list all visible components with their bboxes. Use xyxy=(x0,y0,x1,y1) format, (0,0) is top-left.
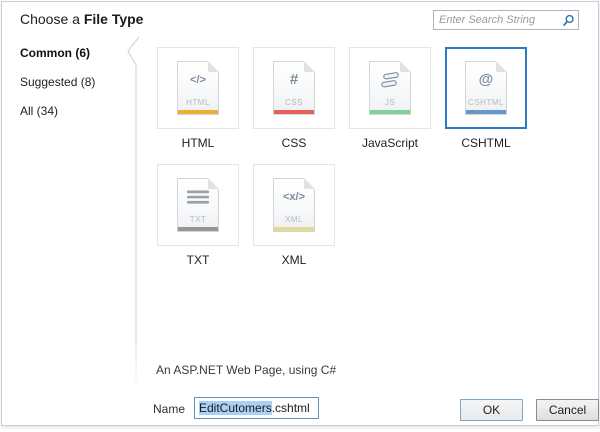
sidebar-item-suggested[interactable]: Suggested (8) xyxy=(20,75,95,89)
text-lines-icon: TXT xyxy=(177,178,219,232)
dialog-title-prefix: Choose a xyxy=(20,11,84,27)
file-type-tile-box: <x/>XML xyxy=(253,164,335,246)
file-type-tile-html[interactable]: </>HTMLHTML xyxy=(157,47,239,151)
file-type-label: XML xyxy=(253,253,335,268)
file-name-input[interactable]: EditCutomers.cshtml xyxy=(194,397,319,419)
file-type-badge: JS xyxy=(370,98,410,107)
search-input[interactable] xyxy=(434,12,560,28)
folded-corner-icon xyxy=(304,61,315,72)
folded-corner-icon xyxy=(400,61,411,72)
file-type-tile-css[interactable]: #CSSCSS xyxy=(253,47,335,151)
file-type-badge: CSS xyxy=(274,98,314,107)
file-type-grid: </>HTMLHTML#CSSCSSJSJavaScript@CSHTMLCSH… xyxy=(157,47,549,281)
file-type-label: TXT xyxy=(157,253,239,268)
name-label: Name xyxy=(153,402,185,416)
search-icon[interactable] xyxy=(560,12,576,28)
file-type-tile-txt[interactable]: TXT TXT xyxy=(157,164,239,268)
sidebar-item-all[interactable]: All (34) xyxy=(20,104,95,118)
dialog-title-bold: File Type xyxy=(84,11,144,27)
at-sign-icon: @CSHTML xyxy=(465,61,507,115)
file-type-label: HTML xyxy=(157,136,239,151)
file-type-badge: CSHTML xyxy=(466,98,506,107)
sidebar-divider-notch xyxy=(120,32,146,397)
sidebar: Common (6) Suggested (8) All (34) xyxy=(20,46,95,133)
file-type-tile-javascript[interactable]: JS JavaScript xyxy=(349,47,431,151)
folded-corner-icon xyxy=(304,178,315,189)
file-type-tile-box: JS xyxy=(349,47,431,129)
file-type-badge: XML xyxy=(274,215,314,224)
file-type-color-bar xyxy=(274,227,314,231)
file-type-tile-xml[interactable]: <x/>XMLXML xyxy=(253,164,335,268)
folded-corner-icon xyxy=(496,61,507,72)
file-type-color-bar xyxy=(466,110,506,114)
dialog-title: Choose a File Type xyxy=(20,11,143,27)
xml-tag-icon: <x/>XML xyxy=(273,178,315,232)
file-type-label: CSHTML xyxy=(445,136,527,151)
file-name-selected-text: EditCutomers xyxy=(199,401,272,415)
file-type-tile-box: @CSHTML xyxy=(445,47,527,129)
file-type-description: An ASP.NET Web Page, using C# xyxy=(156,363,336,377)
file-type-badge: TXT xyxy=(178,215,218,224)
folded-corner-icon xyxy=(208,61,219,72)
file-type-tile-box: #CSS xyxy=(253,47,335,129)
ok-button[interactable]: OK xyxy=(460,399,523,421)
file-type-tile-box: </>HTML xyxy=(157,47,239,129)
script-icon: JS xyxy=(369,61,411,115)
folded-corner-icon xyxy=(208,178,219,189)
cancel-button[interactable]: Cancel xyxy=(536,399,599,421)
code-tags-icon: </>HTML xyxy=(177,61,219,115)
search-box xyxy=(433,10,579,30)
file-type-label: JavaScript xyxy=(349,136,431,151)
file-type-badge: HTML xyxy=(178,98,218,107)
file-type-label: CSS xyxy=(253,136,335,151)
hash-icon: #CSS xyxy=(273,61,315,115)
file-type-tile-cshtml[interactable]: @CSHTMLCSHTML xyxy=(445,47,527,151)
file-type-color-bar xyxy=(178,110,218,114)
file-type-color-bar xyxy=(274,110,314,114)
choose-file-type-dialog: Choose a File Type Common (6) Suggested … xyxy=(1,1,599,426)
file-type-tile-box: TXT xyxy=(157,164,239,246)
file-name-extension: .cshtml xyxy=(272,401,310,415)
file-type-color-bar xyxy=(178,227,218,231)
file-type-color-bar xyxy=(370,110,410,114)
sidebar-item-common[interactable]: Common (6) xyxy=(20,46,95,60)
